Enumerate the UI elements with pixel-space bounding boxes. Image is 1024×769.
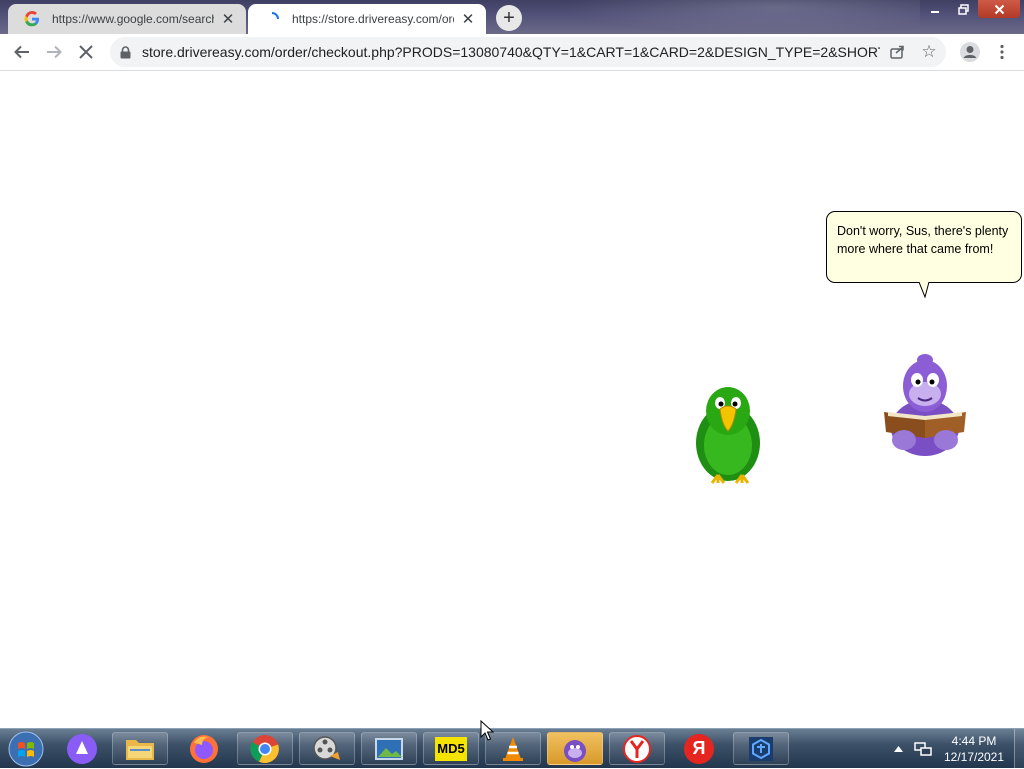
- close-icon: [994, 4, 1004, 14]
- start-button[interactable]: [6, 730, 46, 768]
- network-button[interactable]: [912, 729, 934, 769]
- back-button[interactable]: [8, 38, 36, 66]
- page-content: [0, 71, 1024, 728]
- profile-button[interactable]: [956, 38, 984, 66]
- tab-title: https://store.drivereasy.com/order: [292, 12, 454, 26]
- browser-toolbar: store.drivereasy.com/order/checkout.php?…: [0, 34, 1024, 71]
- md5-tool-button[interactable]: MD5: [423, 732, 479, 765]
- alice-assistant-button[interactable]: [54, 732, 110, 765]
- bonzi-icon: [564, 739, 586, 762]
- speech-text: Don't worry, Sus, there's plenty more wh…: [837, 224, 1009, 256]
- chrome-button[interactable]: [237, 732, 293, 765]
- speech-bubble: Don't worry, Sus, there's plenty more wh…: [826, 211, 1022, 283]
- back-arrow-icon: [14, 45, 29, 59]
- bonzibuddy-character[interactable]: [878, 352, 972, 460]
- alice-icon: [67, 733, 97, 764]
- yandex-browser-button[interactable]: [609, 732, 665, 765]
- restore-icon: [957, 3, 969, 15]
- chrome-icon: [250, 734, 279, 763]
- firefox-button[interactable]: [176, 732, 232, 765]
- tab-title: https://www.google.com/search?: [52, 12, 214, 26]
- minimize-button[interactable]: [922, 0, 948, 18]
- tab-google-search[interactable]: https://www.google.com/search? ✕: [8, 4, 246, 34]
- bookmark-star-icon[interactable]: ☆: [920, 42, 938, 61]
- firefox-icon: [190, 734, 218, 763]
- file-explorer-button[interactable]: [112, 732, 168, 765]
- windows-logo-icon: [8, 731, 44, 767]
- parrot-character[interactable]: [688, 383, 768, 489]
- close-tab-icon[interactable]: ✕: [460, 11, 476, 28]
- google-g-icon: [24, 11, 40, 27]
- yandex-browser-icon: [623, 734, 651, 763]
- windows-taskbar: MD5 Я 4:44 PM 12/17/2021: [0, 728, 1024, 769]
- md5-icon: MD5: [435, 736, 467, 761]
- vlc-cone-icon: [503, 736, 523, 761]
- film-reel-icon: [313, 735, 340, 760]
- cube-app-button[interactable]: [733, 732, 789, 765]
- stop-x-icon: [79, 45, 93, 59]
- bonzibuddy-taskbar-button[interactable]: [547, 732, 603, 765]
- speech-bubble-tail: [919, 282, 930, 298]
- lock-icon: [120, 45, 132, 59]
- stop-loading-button[interactable]: [72, 38, 100, 66]
- close-tab-icon[interactable]: ✕: [220, 11, 236, 28]
- system-clock[interactable]: 4:44 PM 12/17/2021: [936, 733, 1012, 765]
- forward-button[interactable]: [40, 38, 68, 66]
- url-text: store.drivereasy.com/order/checkout.php?…: [142, 44, 880, 60]
- mouse-cursor-icon: [480, 720, 494, 741]
- photo-icon: [375, 737, 403, 760]
- loading-spinner-icon: [264, 11, 280, 27]
- chevron-up-icon: [893, 746, 903, 752]
- show-hidden-icons-button[interactable]: [890, 729, 906, 769]
- clock-time: 4:44 PM: [951, 734, 997, 748]
- restore-button[interactable]: [950, 0, 976, 18]
- minimize-icon: [931, 11, 939, 13]
- close-window-button[interactable]: [978, 0, 1020, 18]
- yandex-button[interactable]: Я: [671, 732, 727, 765]
- folder-icon: [126, 739, 154, 760]
- yandex-letter: Я: [692, 738, 706, 758]
- show-desktop-button[interactable]: [1014, 729, 1024, 769]
- kebab-menu-icon: [1000, 44, 1004, 60]
- new-tab-button[interactable]: +: [496, 5, 522, 31]
- network-icon: [914, 742, 932, 756]
- address-bar[interactable]: store.drivereasy.com/order/checkout.php?…: [110, 37, 946, 67]
- movie-maker-button[interactable]: [299, 732, 355, 765]
- photo-viewer-button[interactable]: [361, 732, 417, 765]
- tab-drivereasy-order[interactable]: https://store.drivereasy.com/order ✕: [248, 4, 486, 34]
- profile-avatar-icon: [960, 42, 980, 62]
- forward-arrow-icon: [47, 45, 62, 59]
- cube-app-icon: [749, 736, 773, 761]
- yandex-icon: Я: [684, 733, 714, 764]
- tab-strip: https://www.google.com/search? ✕ https:/…: [0, 0, 1024, 34]
- md5-label: MD5: [437, 741, 465, 756]
- clock-date: 12/17/2021: [943, 750, 1005, 764]
- menu-button[interactable]: [988, 38, 1016, 66]
- share-icon[interactable]: [888, 43, 906, 61]
